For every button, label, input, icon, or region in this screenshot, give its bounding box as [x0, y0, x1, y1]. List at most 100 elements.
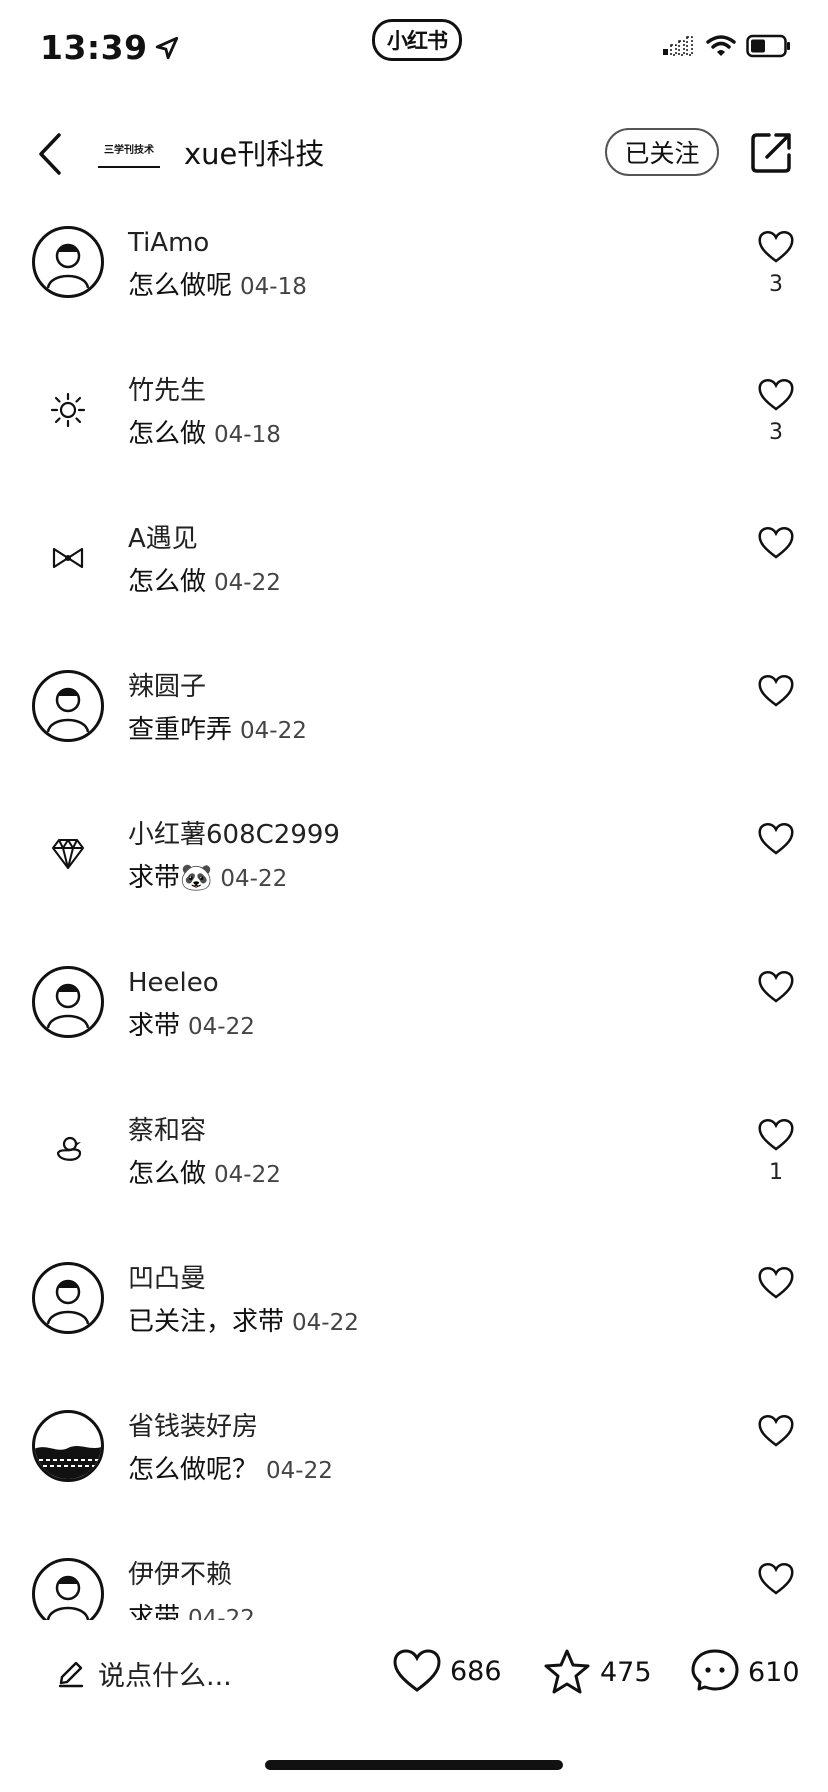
- comment-item[interactable]: TiAmo 怎么做呢 04-18 3: [0, 196, 828, 344]
- commenter-name[interactable]: Heeleo: [128, 966, 219, 1000]
- chevron-left-icon: [39, 133, 61, 175]
- commenter-avatar[interactable]: [32, 226, 104, 298]
- comment-like-button[interactable]: [756, 822, 796, 862]
- commenter-name[interactable]: 省钱装好房: [128, 1410, 258, 1444]
- commenter-avatar[interactable]: [32, 966, 104, 1038]
- status-time: 13:39: [40, 28, 180, 67]
- comment-text: 求带: [128, 1011, 181, 1041]
- comment-body[interactable]: 怎么做呢 04-18: [128, 268, 307, 305]
- comment-like-button[interactable]: [756, 970, 796, 1010]
- commenter-avatar[interactable]: [32, 374, 104, 446]
- comment-body[interactable]: 怎么做呢？ 04-22: [128, 1452, 333, 1489]
- favorite-button[interactable]: 475: [542, 1648, 652, 1696]
- commenter-name[interactable]: 竹先生: [128, 374, 206, 408]
- comment-item[interactable]: 蔡和容怎么做 04-22 1: [0, 1084, 828, 1232]
- comment-like-button[interactable]: [756, 674, 796, 714]
- comment-body[interactable]: 求带 04-22: [128, 1600, 255, 1620]
- status-bar: 13:39 小红书: [0, 0, 828, 92]
- commenter-avatar[interactable]: [32, 1410, 104, 1482]
- follow-button[interactable]: 已关注: [605, 128, 719, 176]
- comment-item[interactable]: 辣圆子查重咋弄 04-22: [0, 640, 828, 788]
- comment-date: 04-22: [240, 718, 307, 744]
- share-icon: [751, 133, 791, 173]
- comment-list[interactable]: TiAmo 怎么做呢 04-18 3 竹先生 怎么做 04-18 3 A遇见 怎么做 04-22 辣圆…: [0, 196, 828, 1620]
- photo-landscape-icon: [35, 1413, 101, 1479]
- bottom-action-bar: 说点什么... 686 475 610: [0, 1620, 828, 1730]
- comment-text: 已关注，求带: [128, 1307, 285, 1337]
- author-name[interactable]: xue刊科技: [184, 134, 324, 174]
- comment-body[interactable]: 查重咋弄 04-22: [128, 712, 307, 749]
- author-logo[interactable]: 三学刊技术: [98, 146, 160, 168]
- status-icons: [662, 34, 792, 58]
- commenter-name[interactable]: 伊伊不赖: [128, 1558, 232, 1592]
- comment-body[interactable]: 怎么做 04-22: [128, 564, 281, 601]
- commenter-name[interactable]: 凹凸曼: [128, 1262, 206, 1296]
- comment-text: 怎么做呢: [128, 271, 233, 301]
- comment-body[interactable]: 已关注，求带 04-22: [128, 1304, 359, 1341]
- home-indicator: [265, 1760, 563, 1770]
- commenter-avatar[interactable]: [32, 670, 104, 742]
- diamond-icon: [50, 837, 86, 871]
- commenter-avatar[interactable]: [32, 818, 104, 890]
- status-time-text: 13:39: [40, 28, 148, 67]
- comment-like-button[interactable]: 3: [756, 378, 796, 448]
- comment-input[interactable]: 说点什么...: [56, 1654, 232, 1693]
- comment-date: 04-22: [214, 1162, 281, 1188]
- comment-body[interactable]: 求带 04-22: [128, 1008, 255, 1045]
- comment-like-count: 3: [769, 420, 783, 445]
- comment-text: 求带🐼: [128, 863, 213, 893]
- photo-people-icon: [38, 1564, 98, 1620]
- comment-like-button[interactable]: 3: [756, 230, 796, 300]
- comment-date: 04-22: [214, 570, 281, 596]
- comment-date: 04-22: [266, 1458, 333, 1484]
- like-button[interactable]: 686: [392, 1648, 502, 1694]
- note-header: 三学刊技术 xue刊科技 已关注: [0, 112, 828, 196]
- comment-body[interactable]: 怎么做 04-22: [128, 1156, 281, 1193]
- comment-date: 04-18: [214, 422, 281, 448]
- sun-icon: [50, 392, 86, 428]
- commenter-avatar[interactable]: [32, 1114, 104, 1186]
- comment-item[interactable]: A遇见怎么做 04-22: [0, 492, 828, 640]
- comment-date: 04-22: [292, 1310, 359, 1336]
- comment-body[interactable]: 怎么做 04-18: [128, 416, 281, 453]
- duck-icon: [50, 1133, 86, 1167]
- comment-text: 怎么做: [128, 1159, 207, 1189]
- commenter-name[interactable]: A遇见: [128, 522, 198, 556]
- comment-like-button[interactable]: 1: [756, 1118, 796, 1188]
- commenter-name[interactable]: 辣圆子: [128, 670, 206, 704]
- comment-button[interactable]: 610: [690, 1648, 800, 1696]
- share-button[interactable]: [748, 130, 794, 176]
- comment-body[interactable]: 求带🐼 04-22: [128, 860, 287, 897]
- photo-man-icon: [38, 972, 98, 1032]
- comment-item[interactable]: 伊伊不赖求带 04-22: [0, 1528, 828, 1620]
- comment-like-button[interactable]: [756, 1414, 796, 1454]
- comment-like-button[interactable]: [756, 526, 796, 566]
- photo-woman-icon: [38, 676, 98, 736]
- comment-like-button[interactable]: [756, 1562, 796, 1602]
- comment-item[interactable]: 凹凸曼已关注，求带 04-22: [0, 1232, 828, 1380]
- comment-like-count: 1: [769, 1160, 783, 1185]
- comment-item[interactable]: 竹先生怎么做 04-18 3: [0, 344, 828, 492]
- comment-date: 04-18: [240, 274, 307, 300]
- comment-date: 04-22: [188, 1606, 255, 1620]
- commenter-name[interactable]: 蔡和容: [128, 1114, 206, 1148]
- comment-date: 04-22: [188, 1014, 255, 1040]
- commenter-avatar[interactable]: [32, 1262, 104, 1334]
- wifi-icon: [706, 35, 736, 56]
- chat-bubble-icon: [691, 1649, 739, 1691]
- heart-outline-icon: [758, 822, 794, 855]
- commenter-name[interactable]: TiAmo: [128, 226, 209, 260]
- comment-input-placeholder: 说点什么...: [98, 1661, 232, 1692]
- comment-item[interactable]: 小红薯608C2999 求带🐼 04-22: [0, 788, 828, 936]
- comment-item[interactable]: Heeleo 求带 04-22: [0, 936, 828, 1084]
- comment-like-button[interactable]: [756, 1266, 796, 1306]
- comment-count: 610: [748, 1656, 800, 1688]
- commenter-avatar[interactable]: [32, 522, 104, 594]
- commenter-avatar[interactable]: [32, 1558, 104, 1620]
- comment-item[interactable]: 省钱装好房怎么做呢？ 04-22: [0, 1380, 828, 1528]
- comment-text: 怎么做呢？: [128, 1455, 259, 1485]
- heart-outline-icon: [758, 526, 794, 559]
- commenter-name[interactable]: 小红薯608C2999: [128, 818, 340, 852]
- back-button[interactable]: [30, 130, 70, 178]
- comment-text: 求带: [128, 1603, 181, 1620]
